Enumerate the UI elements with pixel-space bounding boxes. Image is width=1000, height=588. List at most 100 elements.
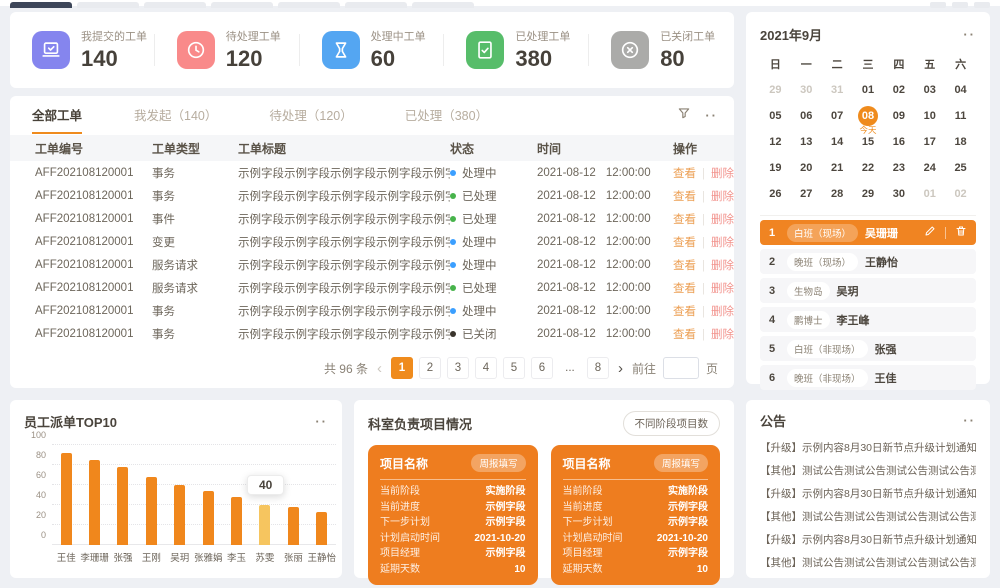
browser-tab-active[interactable]	[10, 2, 72, 8]
browser-tab[interactable]	[345, 2, 407, 8]
view-link[interactable]: 查看	[673, 237, 696, 249]
project-card[interactable]: 项目名称周报填写当前阶段实施阶段当前进度示例字段下一步计划示例字段计划启动时间2…	[368, 445, 538, 585]
view-link[interactable]: 查看	[673, 260, 696, 272]
shift-row[interactable]: 2晚班（现场）王静怡	[760, 249, 976, 274]
announcement-item[interactable]: 【升级】示例内容8月30日新节点升级计划通知	[760, 483, 976, 506]
calendar-day[interactable]: 22	[853, 155, 884, 180]
chart-more-icon[interactable]: ··	[315, 417, 328, 427]
view-link[interactable]: 查看	[673, 214, 696, 226]
calendar-day[interactable]: 16	[883, 129, 914, 154]
view-link[interactable]: 查看	[673, 168, 696, 180]
calendar-day[interactable]: 02	[883, 77, 914, 102]
calendar-day[interactable]: 28	[822, 181, 853, 206]
shift-row[interactable]: 3生物岛吴玥	[760, 278, 976, 303]
browser-control[interactable]	[930, 2, 946, 8]
calendar-day[interactable]: 13	[791, 129, 822, 154]
more-icon[interactable]: ··	[705, 111, 718, 121]
view-link[interactable]: 查看	[673, 306, 696, 318]
calendar-day[interactable]: 14	[822, 129, 853, 154]
calendar-day[interactable]: 24	[914, 155, 945, 180]
page-button-2[interactable]: 2	[419, 357, 441, 379]
calendar-day[interactable]: 21	[822, 155, 853, 180]
bar[interactable]	[288, 507, 299, 545]
calendar-day[interactable]: 08今天	[853, 103, 884, 128]
page-button-6[interactable]: 6	[531, 357, 553, 379]
delete-link[interactable]: 删除	[711, 260, 734, 272]
announcement-item[interactable]: 【其他】测试公告测试公告测试公告测试公告测试公告	[760, 460, 976, 483]
page-button-1[interactable]: 1	[391, 357, 413, 379]
shift-row[interactable]: 4鹏博士李王峰	[760, 307, 976, 332]
calendar-day[interactable]: 07	[822, 103, 853, 128]
browser-tab[interactable]	[77, 2, 139, 8]
delete-link[interactable]: 删除	[711, 329, 734, 341]
trash-icon[interactable]	[955, 225, 967, 240]
calendar-day[interactable]: 26	[760, 181, 791, 206]
calendar-day[interactable]: 12	[760, 129, 791, 154]
bar[interactable]	[259, 505, 270, 545]
calendar-day[interactable]: 29	[853, 181, 884, 206]
browser-control[interactable]	[952, 2, 968, 8]
shift-row[interactable]: 1白班（现场）吴珊珊	[760, 220, 976, 245]
stage-count-button[interactable]: 不同阶段项目数	[623, 411, 721, 436]
page-jump-input[interactable]	[663, 357, 699, 379]
weekly-report-badge[interactable]: 周报填写	[471, 454, 525, 472]
bar[interactable]	[174, 485, 185, 545]
browser-tab[interactable]	[278, 2, 340, 8]
tab-我发起（140）[interactable]: 我发起（140）	[134, 105, 217, 132]
calendar-day[interactable]: 11	[945, 103, 976, 128]
calendar-more-icon[interactable]: ··	[963, 30, 976, 40]
edit-icon[interactable]	[924, 225, 936, 240]
bar[interactable]	[89, 460, 100, 545]
browser-tab[interactable]	[412, 2, 474, 8]
calendar-day[interactable]: 01	[914, 181, 945, 206]
calendar-day[interactable]: 03	[914, 77, 945, 102]
announcement-item[interactable]: 【升级】示例内容8月30日新节点升级计划通知	[760, 529, 976, 552]
calendar-day[interactable]: 02	[945, 181, 976, 206]
calendar-day[interactable]: 30	[883, 181, 914, 206]
calendar-day[interactable]: 27	[791, 181, 822, 206]
calendar-day[interactable]: 01	[853, 77, 884, 102]
prev-page-button[interactable]: ‹	[375, 360, 384, 377]
bar[interactable]	[316, 512, 327, 545]
bar[interactable]	[61, 453, 72, 545]
tab-待处理（120）[interactable]: 待处理（120）	[269, 105, 352, 132]
delete-link[interactable]: 删除	[711, 168, 734, 180]
calendar-day[interactable]: 06	[791, 103, 822, 128]
calendar-day[interactable]: 05	[760, 103, 791, 128]
calendar-day[interactable]: 18	[945, 129, 976, 154]
tab-已处理（380）[interactable]: 已处理（380）	[405, 105, 488, 132]
delete-link[interactable]: 删除	[711, 214, 734, 226]
view-link[interactable]: 查看	[673, 283, 696, 295]
browser-tab[interactable]	[211, 2, 273, 8]
calendar-day[interactable]: 29	[760, 77, 791, 102]
calendar-day[interactable]: 17	[914, 129, 945, 154]
page-button-...[interactable]: ...	[559, 357, 581, 379]
bar[interactable]	[203, 491, 214, 545]
shift-row[interactable]: 5白班（非现场）张强	[760, 336, 976, 361]
browser-control[interactable]	[974, 2, 990, 8]
view-link[interactable]: 查看	[673, 191, 696, 203]
page-button-4[interactable]: 4	[475, 357, 497, 379]
calendar-day[interactable]: 25	[945, 155, 976, 180]
delete-link[interactable]: 删除	[711, 191, 734, 203]
announcement-item[interactable]: 【其他】测试公告测试公告测试公告测试公告测试公告	[760, 506, 976, 529]
calendar-day[interactable]: 10	[914, 103, 945, 128]
page-button-8[interactable]: 8	[587, 357, 609, 379]
filter-icon[interactable]	[677, 106, 691, 125]
calendar-day[interactable]: 31	[822, 77, 853, 102]
page-button-5[interactable]: 5	[503, 357, 525, 379]
announcements-more-icon[interactable]: ··	[963, 416, 976, 426]
bar[interactable]	[231, 497, 242, 545]
delete-link[interactable]: 删除	[711, 283, 734, 295]
calendar-day[interactable]: 30	[791, 77, 822, 102]
delete-link[interactable]: 删除	[711, 306, 734, 318]
browser-tab[interactable]	[144, 2, 206, 8]
tab-全部工单[interactable]: 全部工单	[32, 105, 82, 134]
shift-row[interactable]: 6晚班（非现场）王佳	[760, 365, 976, 390]
calendar-day[interactable]: 20	[791, 155, 822, 180]
announcement-item[interactable]: 【升级】示例内容8月30日新节点升级计划通知	[760, 437, 976, 460]
calendar-day[interactable]: 23	[883, 155, 914, 180]
project-card[interactable]: 项目名称周报填写当前阶段实施阶段当前进度示例字段下一步计划示例字段计划启动时间2…	[551, 445, 721, 585]
delete-link[interactable]: 删除	[711, 237, 734, 249]
calendar-day[interactable]: 09	[883, 103, 914, 128]
